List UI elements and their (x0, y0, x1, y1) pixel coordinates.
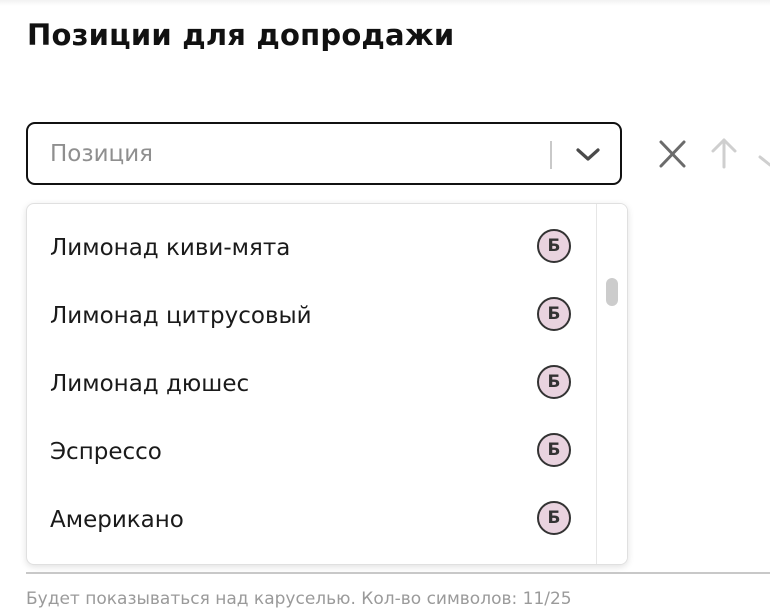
section-title: Позиции для допродажи (27, 18, 455, 52)
scrollbar-thumb[interactable] (606, 278, 618, 306)
close-icon[interactable] (657, 137, 689, 171)
chevron-down-icon[interactable] (574, 143, 602, 167)
category-badge: Б (537, 433, 571, 467)
position-select[interactable]: Позиция (26, 122, 622, 185)
option-item[interactable]: Лимонад киви-мята Б (27, 215, 595, 283)
field-underline (26, 572, 770, 574)
option-item[interactable]: Лимонад дюшес Б (27, 351, 595, 419)
position-select-placeholder[interactable]: Позиция (50, 141, 153, 167)
top-shadow (0, 0, 770, 6)
option-label: Лимонад цитрусовый (50, 303, 312, 329)
dropdown-scrollbar[interactable] (596, 204, 627, 564)
arrow-down-icon[interactable] (756, 137, 770, 171)
option-item[interactable]: Американо Б (27, 487, 595, 555)
option-label: Американо (50, 507, 184, 533)
option-label: Лимонад киви-мята (50, 235, 291, 261)
option-item[interactable]: Лимонад цитрусовый Б (27, 283, 595, 351)
category-badge: Б (537, 229, 571, 263)
select-separator (550, 141, 552, 169)
category-badge: Б (537, 297, 571, 331)
option-item[interactable]: Эспрессо Б (27, 419, 595, 487)
option-label: Лимонад дюшес (50, 371, 250, 397)
position-dropdown[interactable]: Лимонад киви-мята Б Лимонад цитрусовый Б… (26, 203, 628, 565)
category-badge: Б (537, 501, 571, 535)
option-label: Эспрессо (50, 439, 162, 465)
category-badge: Б (537, 365, 571, 399)
helper-text: Будет показываться над каруселью. Кол-во… (26, 589, 572, 609)
arrow-up-icon[interactable] (708, 137, 740, 171)
